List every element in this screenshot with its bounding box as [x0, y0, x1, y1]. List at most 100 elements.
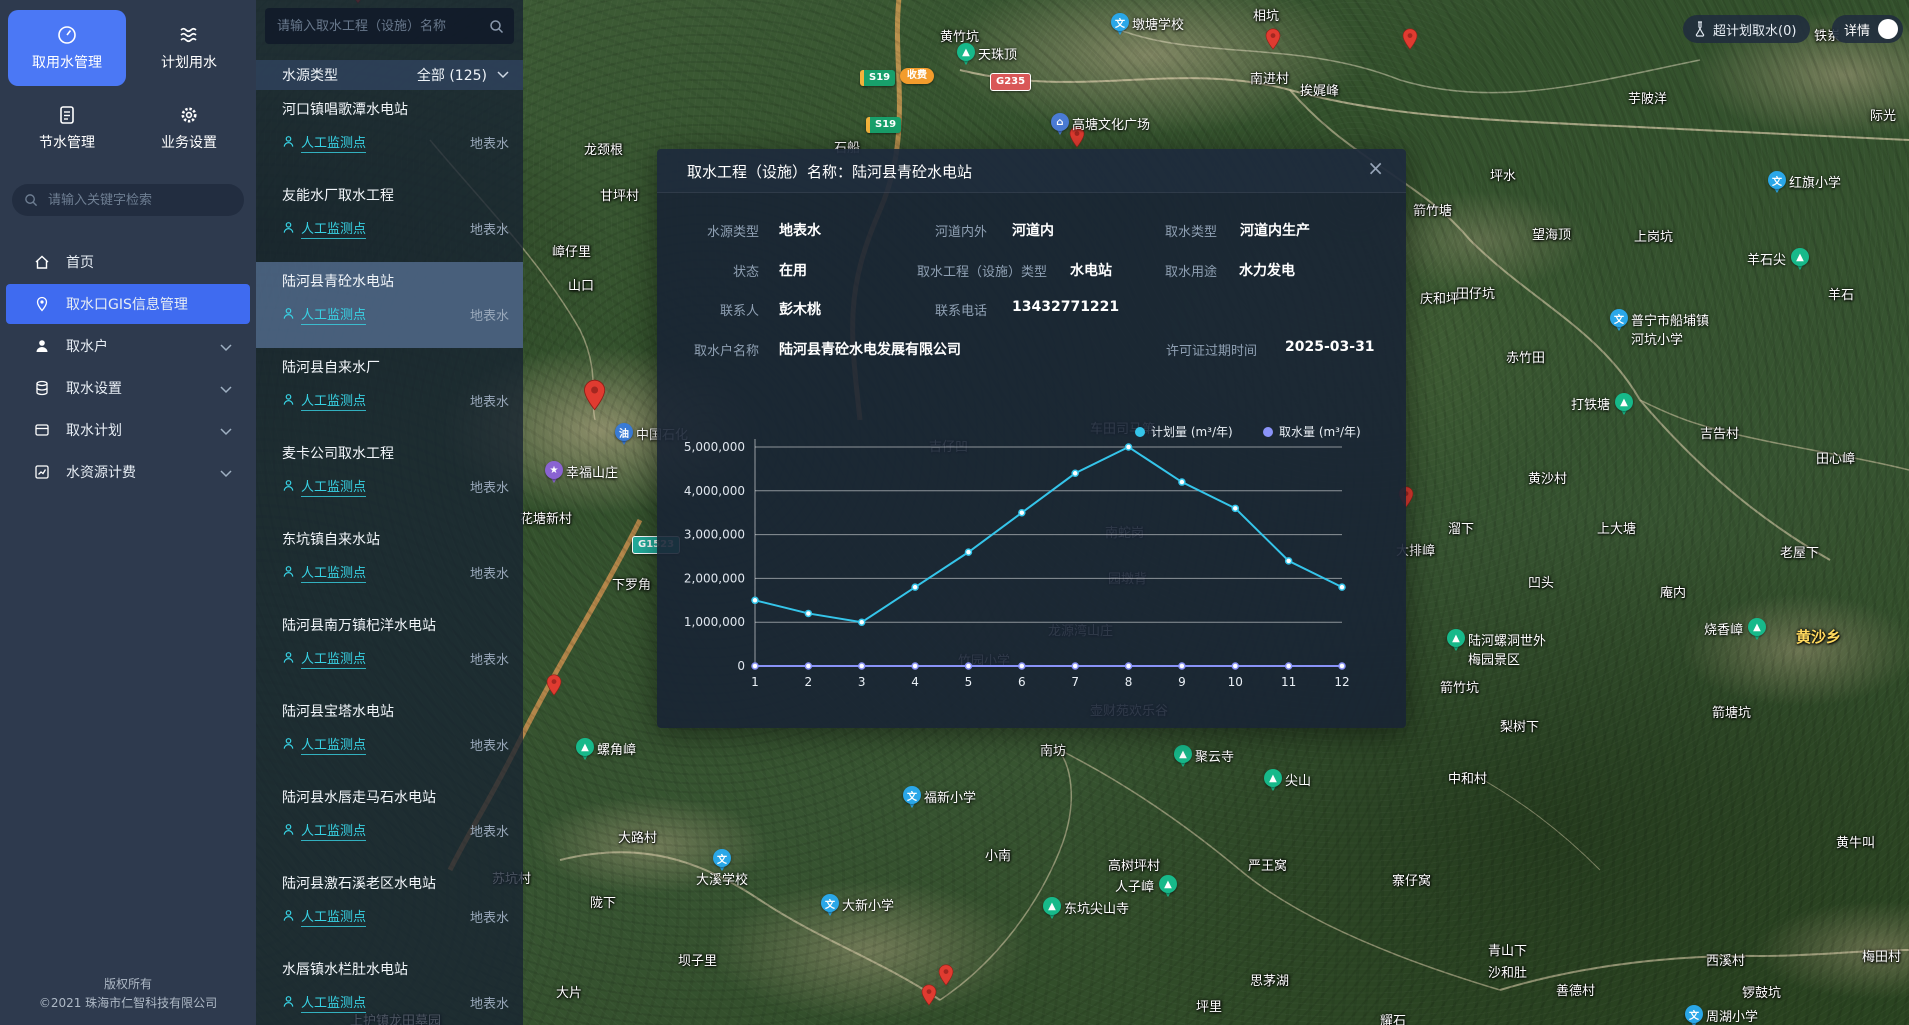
map-pin-red[interactable] — [583, 379, 599, 401]
map-label: 羊石 — [1828, 284, 1854, 303]
legend-item[interactable]: 取水量 (m³/年) — [1263, 423, 1361, 440]
station-list-item[interactable]: 河口镇唱歌潭水电站人工监测点地表水 — [256, 90, 523, 176]
user-icon — [34, 338, 50, 354]
map-label: 思茅湖 — [1250, 970, 1289, 989]
station-name: 水唇镇水栏肚水电站 — [282, 960, 509, 980]
module-label: 节水管理 — [39, 132, 95, 152]
map-label: 沙和肚 — [1488, 962, 1527, 981]
monitor-type-link[interactable]: 人工监测点 — [301, 390, 366, 411]
monitor-type-link[interactable]: 人工监测点 — [301, 132, 366, 153]
toll-badge: 收费 — [900, 68, 934, 84]
sidebar-item-6[interactable]: 水资源计费 — [6, 452, 250, 492]
monitor-type-link[interactable]: 人工监测点 — [301, 992, 366, 1013]
station-list-item[interactable]: 麦卡公司取水工程人工监测点地表水 — [256, 434, 523, 520]
station-list-item[interactable]: 陆河县激石溪老区水电站人工监测点地表水 — [256, 864, 523, 950]
map-label: 箭竹塘 — [1413, 200, 1452, 219]
monitor-type-link[interactable]: 人工监测点 — [301, 648, 366, 669]
station-name: 友能水厂取水工程 — [282, 186, 509, 206]
map-label: 相坑 — [1253, 5, 1279, 24]
station-list-item[interactable]: 陆河县宝塔水电站人工监测点地表水 — [256, 692, 523, 778]
map-label: 黄沙村 — [1528, 468, 1567, 487]
poi-label: 红旗小学 — [1789, 172, 1841, 191]
station-search-input[interactable] — [275, 18, 489, 35]
person-icon — [282, 391, 295, 410]
svg-text:2: 2 — [805, 675, 813, 689]
poi-label: 陆河螺洞世外梅园景区 — [1468, 630, 1546, 668]
person-icon — [282, 993, 295, 1012]
legend-item[interactable]: 计划量 (m³/年) — [1135, 423, 1233, 440]
station-detail-modal: 取水工程（设施）名称：陆河县青砼水电站 × 水源类型地表水河道内外河道内取水类型… — [657, 149, 1406, 728]
water-source-label: 地表水 — [470, 735, 509, 754]
station-search-box[interactable] — [265, 8, 514, 44]
map-label: 中和村 — [1448, 768, 1487, 787]
station-list-item[interactable]: 陆河县南万镇杞洋水电站人工监测点地表水 — [256, 606, 523, 692]
map-label: 梨树下 — [1500, 716, 1539, 735]
map-label: 小南 — [985, 845, 1011, 864]
map-pin-red[interactable] — [938, 964, 954, 986]
module-label: 取用水管理 — [32, 52, 102, 72]
map-label: 庵内 — [1660, 582, 1686, 601]
monitor-type-link[interactable]: 人工监测点 — [301, 476, 366, 497]
station-list-item[interactable]: 友能水厂取水工程人工监测点地表水 — [256, 176, 523, 262]
sidebar-item-4[interactable]: 取水设置 — [6, 368, 250, 408]
poi-label: 普宁市船埔镇河坑小学 — [1631, 310, 1709, 348]
water-source-label: 地表水 — [470, 477, 509, 496]
svg-text:4: 4 — [911, 675, 919, 689]
chevron-down-icon — [220, 466, 232, 482]
sidebar-item-1[interactable]: 首页 — [6, 242, 250, 282]
map-pin-red[interactable] — [1402, 28, 1418, 50]
module-3[interactable]: 节水管理 — [8, 90, 126, 166]
station-list-item[interactable]: 东坑镇自来水站人工监测点地表水 — [256, 520, 523, 606]
over-plan-intake-badge[interactable]: 超计划取水(0) — [1683, 15, 1810, 43]
chevron-down-icon — [220, 340, 232, 356]
map-label: 寨仔窝 — [1392, 870, 1431, 889]
sidebar-item-3[interactable]: 取水户 — [6, 326, 250, 366]
monitor-type-link[interactable]: 人工监测点 — [301, 562, 366, 583]
svg-text:10: 10 — [1228, 675, 1243, 689]
filter-value[interactable]: 全部 (125) — [417, 65, 487, 85]
map-label: 花塘新村 — [520, 508, 572, 527]
monitor-type-link[interactable]: 人工监测点 — [301, 906, 366, 927]
copyright-line2: ©2021 珠海市仁智科技有限公司 — [0, 994, 256, 1013]
station-list-item[interactable]: 陆河县青砼水电站人工监测点地表水 — [256, 262, 523, 348]
waves-icon — [179, 25, 199, 45]
sidebar-item-5[interactable]: 取水计划 — [6, 410, 250, 450]
map-pin-red[interactable] — [1265, 28, 1281, 50]
map-pin-red[interactable] — [546, 674, 562, 696]
legend-label: 取水量 (m³/年) — [1279, 423, 1361, 440]
monitor-type-link[interactable]: 人工监测点 — [301, 820, 366, 841]
module-4[interactable]: 业务设置 — [130, 90, 248, 166]
poi-label: 烧香嶂 — [1704, 619, 1743, 638]
station-name: 陆河县水唇走马石水电站 — [282, 788, 509, 808]
station-list-item[interactable]: 陆河县水唇走马石水电站人工监测点地表水 — [256, 778, 523, 864]
map-pin-red[interactable] — [921, 984, 937, 1006]
meter-icon — [57, 25, 77, 45]
water-source-label: 地表水 — [470, 305, 509, 324]
legend-label: 计划量 (m³/年) — [1151, 423, 1233, 440]
toggle-knob[interactable] — [1878, 19, 1898, 39]
module-1[interactable]: 取用水管理 — [8, 10, 126, 86]
detail-toggle[interactable]: 详情 — [1832, 15, 1903, 43]
detail-toggle-label: 详情 — [1844, 20, 1870, 39]
source-type-filter[interactable]: 水源类型 全部 (125) — [256, 60, 523, 90]
map-label: 南坊 — [1040, 740, 1066, 759]
card-icon — [34, 422, 50, 438]
poi-label: 天珠顶 — [978, 44, 1017, 63]
sidebar-search-box[interactable] — [12, 184, 244, 216]
module-2[interactable]: 计划用水 — [130, 10, 248, 86]
map-label: 高树坪村 — [1108, 855, 1160, 874]
pin-icon — [34, 296, 50, 312]
monitor-type-link[interactable]: 人工监测点 — [301, 734, 366, 755]
monitor-type-link[interactable]: 人工监测点 — [301, 218, 366, 239]
monitor-type-link[interactable]: 人工监测点 — [301, 304, 366, 325]
person-icon — [282, 649, 295, 668]
station-list-item[interactable]: 陆河县自来水厂人工监测点地表水 — [256, 348, 523, 434]
map-label: 坪水 — [1490, 165, 1516, 184]
map-label: 青山下 — [1488, 940, 1527, 959]
sidebar-item-2[interactable]: 取水口GIS信息管理 — [6, 284, 250, 324]
station-list-item[interactable]: 水唇镇水栏肚水电站人工监测点地表水 — [256, 950, 523, 1025]
chevron-down-icon — [497, 71, 509, 79]
water-source-label: 地表水 — [470, 391, 509, 410]
sidebar-search-input[interactable] — [46, 192, 232, 209]
poi-label: 聚云寺 — [1195, 746, 1234, 765]
